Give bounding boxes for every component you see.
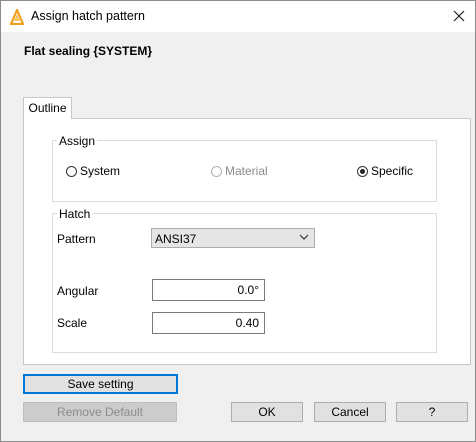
app-logo-icon <box>10 9 24 25</box>
ok-button[interactable]: OK <box>231 402 303 422</box>
title-bar: Assign hatch pattern <box>1 1 475 32</box>
radio-material[interactable]: Material <box>211 164 268 178</box>
scale-label: Scale <box>57 316 88 330</box>
pattern-select[interactable]: ANSI37 <box>151 228 315 248</box>
assign-group-label: Assign <box>57 134 98 148</box>
radio-selected-dot <box>360 168 365 174</box>
remove-default-button[interactable]: Remove Default <box>23 402 177 422</box>
save-setting-button[interactable]: Save setting <box>23 374 178 394</box>
chevron-down-icon <box>299 234 309 240</box>
pattern-label: Pattern <box>57 232 96 246</box>
radio-specific-label: Specific <box>371 164 414 178</box>
window-title: Assign hatch pattern <box>31 9 145 23</box>
dialog-window: Assign hatch pattern Flat sealing {SYSTE… <box>0 0 476 442</box>
radio-specific-circle <box>357 165 368 177</box>
radio-system-circle <box>66 165 77 177</box>
close-button[interactable] <box>447 5 471 27</box>
radio-material-label: Material <box>225 164 268 178</box>
cancel-button[interactable]: Cancel <box>314 402 386 422</box>
radio-system-label: System <box>80 164 121 178</box>
angular-input[interactable]: 0.0° <box>152 279 265 301</box>
help-button[interactable]: ? <box>396 402 468 422</box>
tab-outline[interactable]: Outline <box>23 97 72 119</box>
close-icon <box>453 10 465 22</box>
pattern-value: ANSI37 <box>155 232 197 246</box>
angular-label: Angular <box>57 284 99 298</box>
radio-specific[interactable]: Specific <box>357 164 413 178</box>
radio-system[interactable]: System <box>66 164 120 178</box>
scale-input[interactable]: 0.40 <box>152 312 265 334</box>
radio-material-circle <box>211 165 222 177</box>
hatch-group-label: Hatch <box>57 207 93 221</box>
object-name: Flat sealing {SYSTEM} <box>24 44 153 58</box>
